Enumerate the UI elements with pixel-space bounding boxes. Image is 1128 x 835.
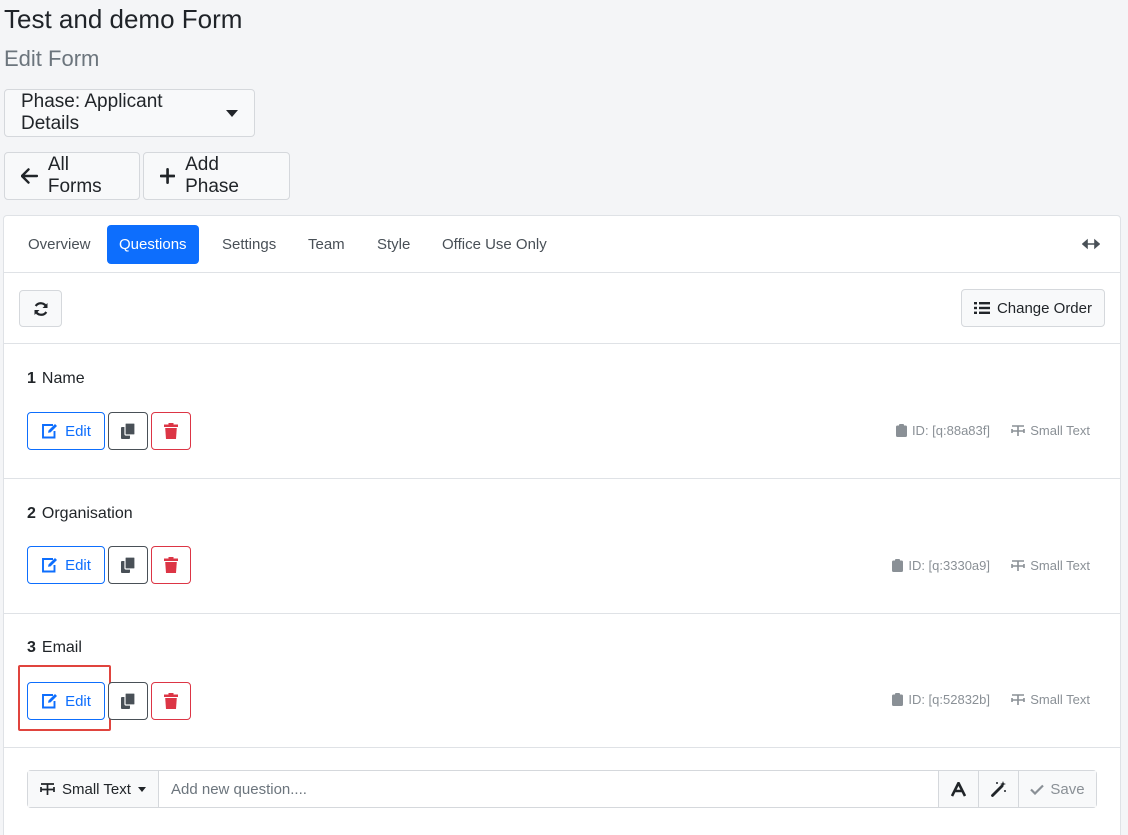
add-phase-button[interactable]: Add Phase bbox=[143, 152, 290, 200]
phase-dropdown-button[interactable]: Phase: Applicant Details bbox=[4, 89, 255, 137]
text-type-icon bbox=[40, 782, 55, 795]
edit-question-button[interactable]: Edit bbox=[27, 682, 105, 720]
question-label: Organisation bbox=[41, 505, 133, 522]
list-icon bbox=[973, 302, 990, 314]
question-number: 2 bbox=[27, 505, 36, 522]
tab-office-use-only[interactable]: Office Use Only bbox=[430, 225, 559, 264]
edit-label: Edit bbox=[65, 422, 91, 440]
question-type: Small Text bbox=[1011, 692, 1090, 707]
edit-label: Edit bbox=[65, 692, 91, 710]
expand-width-icon[interactable] bbox=[1082, 235, 1100, 253]
font-icon bbox=[951, 781, 966, 797]
add-phase-label: Add Phase bbox=[185, 154, 239, 197]
question-type-label: Small Text bbox=[62, 780, 131, 798]
tab-overview[interactable]: Overview bbox=[16, 225, 103, 264]
page-subtitle: Edit Form bbox=[4, 46, 100, 71]
question-row: 3 Email Edit ID: [q:52832b] Small Text bbox=[4, 613, 1120, 748]
refresh-icon bbox=[33, 301, 48, 316]
arrow-left-icon bbox=[21, 168, 38, 184]
question-label: Name bbox=[41, 370, 85, 387]
trash-icon bbox=[164, 423, 178, 439]
trash-icon bbox=[164, 693, 178, 709]
question-title: 3 Email bbox=[27, 639, 82, 657]
edit-icon bbox=[42, 424, 58, 439]
save-label: Save bbox=[1050, 780, 1085, 798]
questions-toolbar: Change Order bbox=[4, 273, 1120, 344]
caret-down-icon bbox=[137, 786, 146, 792]
text-format-button[interactable] bbox=[938, 771, 978, 807]
change-order-button[interactable]: Change Order bbox=[960, 289, 1105, 327]
magic-wand-button[interactable] bbox=[978, 771, 1018, 807]
text-type-icon bbox=[1011, 693, 1026, 705]
edit-icon bbox=[42, 694, 58, 709]
edit-icon bbox=[42, 558, 58, 573]
page-title: Test and demo Form bbox=[4, 4, 243, 34]
clipboard-icon bbox=[895, 424, 907, 437]
text-type-icon bbox=[1011, 559, 1026, 571]
question-row: 2 Organisation Edit ID: [q:3330a9] Small … bbox=[4, 479, 1120, 614]
add-question-bar: Small Text Save bbox=[27, 770, 1097, 808]
clipboard-icon bbox=[892, 559, 904, 572]
question-title: 2 Organisation bbox=[27, 505, 133, 523]
trash-icon bbox=[164, 557, 178, 573]
question-id-text: ID: [q:3330a9] bbox=[908, 558, 990, 573]
tab-settings[interactable]: Settings bbox=[210, 225, 288, 264]
duplicate-question-button[interactable] bbox=[108, 682, 148, 720]
question-type: Small Text bbox=[1011, 558, 1090, 573]
tab-team[interactable]: Team bbox=[296, 225, 357, 264]
question-type-text: Small Text bbox=[1030, 558, 1090, 573]
all-forms-label: All Forms bbox=[47, 154, 102, 197]
text-type-icon bbox=[1011, 424, 1026, 436]
new-question-input[interactable] bbox=[159, 771, 938, 807]
copy-icon bbox=[121, 693, 135, 709]
question-type-text: Small Text bbox=[1030, 423, 1090, 438]
question-id: ID: [q:88a83f] bbox=[895, 423, 990, 438]
tab-questions[interactable]: Questions bbox=[107, 225, 199, 264]
question-row: 1 Name Edit ID: [q:88a83f] Small Text bbox=[4, 344, 1120, 479]
duplicate-question-button[interactable] bbox=[108, 412, 148, 450]
change-order-label: Change Order bbox=[996, 299, 1092, 317]
all-forms-button[interactable]: All Forms bbox=[4, 152, 140, 200]
question-id-text: ID: [q:52832b] bbox=[908, 692, 990, 707]
plus-icon bbox=[160, 168, 176, 184]
copy-icon bbox=[121, 557, 135, 573]
duplicate-question-button[interactable] bbox=[108, 546, 148, 584]
question-label: Email bbox=[41, 639, 82, 656]
caret-down-icon bbox=[226, 109, 238, 117]
phase-label: Phase: Applicant Details bbox=[21, 91, 163, 134]
question-id: ID: [q:52832b] bbox=[892, 692, 990, 707]
delete-question-button[interactable] bbox=[151, 682, 191, 720]
copy-icon bbox=[121, 423, 135, 439]
edit-question-button[interactable]: Edit bbox=[27, 546, 105, 584]
question-type-dropdown[interactable]: Small Text bbox=[28, 771, 159, 807]
check-icon bbox=[1030, 784, 1045, 795]
question-type-text: Small Text bbox=[1030, 692, 1090, 707]
question-id-text: ID: [q:88a83f] bbox=[911, 423, 990, 438]
tab-bar: Overview Questions Settings Team Style O… bbox=[4, 216, 1120, 273]
clipboard-icon bbox=[892, 693, 904, 706]
form-editor-card: Overview Questions Settings Team Style O… bbox=[3, 215, 1121, 835]
refresh-button[interactable] bbox=[19, 290, 62, 327]
save-question-button[interactable]: Save bbox=[1018, 771, 1096, 807]
tab-style[interactable]: Style bbox=[365, 225, 422, 264]
delete-question-button[interactable] bbox=[151, 546, 191, 584]
question-number: 1 bbox=[27, 370, 36, 387]
question-type: Small Text bbox=[1011, 423, 1090, 438]
magic-wand-icon bbox=[990, 781, 1006, 797]
question-number: 3 bbox=[27, 639, 36, 656]
question-id: ID: [q:3330a9] bbox=[892, 558, 990, 573]
delete-question-button[interactable] bbox=[151, 412, 191, 450]
edit-label: Edit bbox=[65, 556, 91, 574]
edit-question-button[interactable]: Edit bbox=[27, 412, 105, 450]
question-title: 1 Name bbox=[27, 370, 85, 388]
